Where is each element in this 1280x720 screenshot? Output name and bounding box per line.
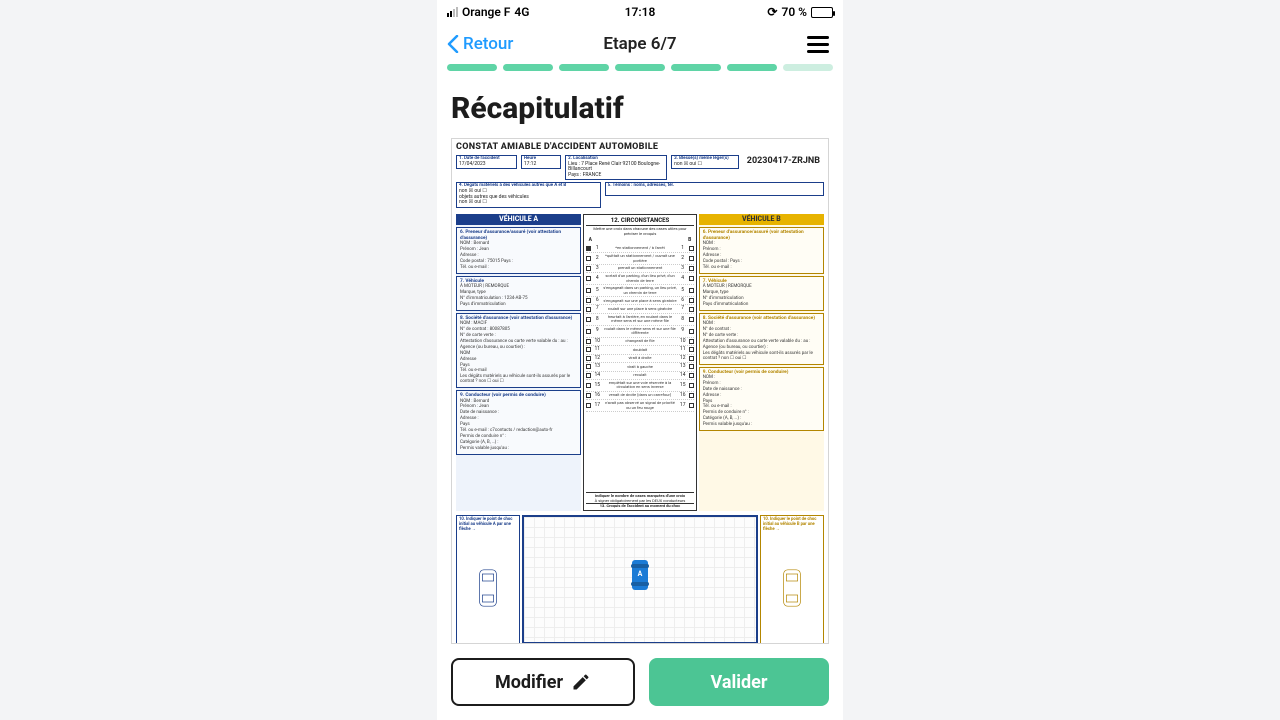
doc-title: CONSTAT AMIABLE D'ACCIDENT AUTOMOBILE (456, 143, 824, 155)
circumstance-row: 7roulait sur une place à sens giratoire7 (586, 305, 693, 314)
circumstance-row: 9roulait dans le même sens et sur une fi… (586, 326, 693, 338)
chevron-left-icon (447, 35, 459, 53)
circumstance-row: 10changeait de file10 (586, 338, 693, 347)
circumstance-row: 5s'engageait dans un parking, un lieu pr… (586, 285, 693, 297)
modify-label: Modifier (495, 672, 563, 693)
progress-bar (437, 64, 843, 77)
nav-title: Etape 6/7 (603, 34, 676, 54)
sketch-car-a: A (632, 560, 648, 590)
doc-location-box: 2. Localisation Lieu : 7 Place René Clai… (565, 155, 667, 180)
circumstance-row: 16venait de droite (dans un carrefour)16 (586, 392, 693, 401)
doc-witness-box: 5. Témoins : noms, adresses, tél. (605, 182, 824, 196)
doc-time-box: Heure 17:12 (521, 155, 561, 169)
car-outline-icon (778, 567, 806, 609)
vehicle-a-column: VÉHICULE A 6. Preneur d'assurance/assuré… (456, 214, 581, 512)
back-button[interactable]: Retour (447, 34, 513, 54)
circumstance-row: 2*quittait un stationnement / ouvrait un… (586, 253, 693, 265)
doc-injuries-box: 3. Blessé(s) même léger(s) non ☒ oui ☐ (671, 155, 739, 169)
document-preview[interactable]: CONSTAT AMIABLE D'ACCIDENT AUTOMOBILE 1.… (451, 138, 829, 644)
rotation-lock-icon: ⟳ (767, 5, 777, 19)
footer-actions: Modifier Valider (437, 644, 843, 720)
circumstance-row: 17n'avait pas observé un signal de prior… (586, 400, 693, 412)
circumstance-row: 13virait à gauche13 (586, 363, 693, 372)
sketch-area: A (522, 515, 758, 644)
doc-matdamage-box: 4. Dégâts matériels à des véhicules autr… (456, 182, 601, 207)
hamburger-icon (807, 36, 829, 39)
circumstance-row: 14reculait14 (586, 372, 693, 381)
clock: 17:18 (576, 5, 705, 19)
vehicle-b-column: VÉHICULE B 6. Preneur d'assurance/assuré… (699, 214, 824, 512)
validate-label: Valider (711, 672, 768, 693)
modify-button[interactable]: Modifier (451, 658, 635, 706)
edit-icon (571, 672, 591, 692)
car-outline-icon (474, 567, 502, 609)
circumstance-row: 15empiétait sur une voie réservée à la c… (586, 380, 693, 392)
nav-bar: Retour Etape 6/7 (437, 24, 843, 64)
page-title: Récapitulatif (451, 91, 829, 126)
impact-box-a: 10. Indiquer le point de choc initial au… (456, 515, 520, 644)
carrier-label: Orange F (462, 5, 510, 19)
menu-button[interactable] (803, 32, 833, 57)
doc-date-box: 1. Date de l'accident 17/04/2023 (456, 155, 517, 169)
validate-button[interactable]: Valider (649, 658, 829, 706)
content-area: Récapitulatif CONSTAT AMIABLE D'ACCIDENT… (437, 77, 843, 644)
battery-icon (811, 7, 833, 18)
doc-reference: 20230417-ZRJNB (743, 155, 824, 169)
circumstance-row: 4sortait d'un parking, d'un lieu privé, … (586, 273, 693, 285)
circumstances-column: 12. CIRCONSTANCES Mettre une croix dans … (583, 214, 696, 512)
circumstance-row: 6s'engageait sur une place à sens girato… (586, 297, 693, 306)
circumstance-row: 12virait à droite12 (586, 355, 693, 364)
network-label: 4G (514, 5, 529, 19)
back-label: Retour (463, 34, 513, 54)
battery-pct: 70 % (781, 5, 807, 19)
signal-icon (447, 7, 458, 17)
circumstance-row: 8heurtait à l'arrière, en roulant dans l… (586, 314, 693, 326)
circumstance-row: 11doublait11 (586, 346, 693, 355)
circumstance-row: 1*en stationnement / à l'arrêt1 (586, 245, 693, 254)
circumstance-row: 3prenait un stationnement3 (586, 265, 693, 274)
impact-box-b: 10. Indiquer le point de choc initial au… (760, 515, 824, 644)
phone-frame: Orange F 4G 17:18 ⟳ 70 % Retour Etape 6/… (437, 0, 843, 720)
status-bar: Orange F 4G 17:18 ⟳ 70 % (437, 0, 843, 24)
